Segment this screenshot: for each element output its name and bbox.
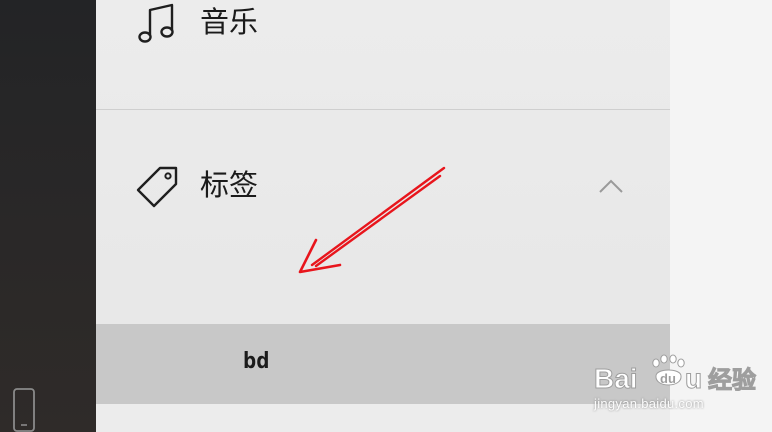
music-note-icon	[138, 3, 174, 43]
svg-text:Bai: Bai	[594, 363, 638, 394]
screenshot-root: 音乐 标签 bd Bai u 经验 du jingyan.baidu.com	[0, 0, 772, 432]
watermark-url: jingyan.baidu.com	[594, 396, 704, 411]
tag-icon	[136, 166, 178, 208]
svg-text:经验: 经验	[708, 366, 756, 394]
tag-item-bd[interactable]: bd	[96, 324, 670, 404]
svg-text:u: u	[685, 363, 702, 394]
panel-bottom-area	[96, 404, 670, 432]
nav-item-tags-label: 标签	[200, 168, 259, 202]
watermark-logo: Bai u 经验 du	[594, 354, 757, 395]
section-divider	[96, 109, 670, 110]
navigation-panel: 音乐 标签 bd	[96, 0, 670, 432]
nav-item-music-label: 音乐	[200, 5, 259, 39]
left-rail	[0, 0, 96, 432]
watermark: Bai u 经验 du jingyan.baidu.com	[588, 346, 772, 426]
nav-item-music[interactable]: 音乐	[96, 0, 670, 110]
tag-item-bd-label: bd	[243, 349, 270, 374]
chevron-up-icon[interactable]	[597, 177, 625, 195]
svg-text:du: du	[660, 371, 676, 386]
nav-item-tags[interactable]: 标签	[96, 150, 670, 226]
phone-icon[interactable]	[12, 386, 40, 432]
